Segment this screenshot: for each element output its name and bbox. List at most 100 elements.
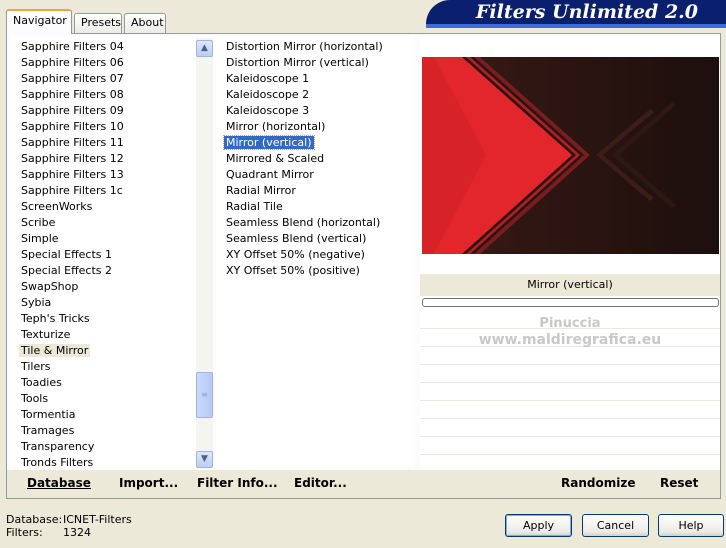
scroll-up-icon[interactable]: ▲ [196, 40, 213, 57]
category-item[interactable]: Special Effects 1 [11, 247, 213, 263]
category-item[interactable]: Special Effects 2 [11, 263, 213, 279]
category-item[interactable]: Sapphire Filters 12 [11, 151, 213, 167]
filter-item[interactable]: Distortion Mirror (vertical) [216, 55, 414, 71]
import-button[interactable]: Import... [119, 476, 178, 490]
category-item[interactable]: Sapphire Filters 10 [11, 119, 213, 135]
category-item[interactable]: Teph's Tricks [11, 311, 213, 327]
category-item[interactable]: Tronds Filters [11, 455, 213, 468]
filter-info-button[interactable]: Filter Info... [197, 476, 278, 490]
category-item[interactable]: Tile & Mirror [11, 343, 213, 359]
watermark-url: www.maldiregrafica.eu [478, 332, 662, 348]
category-item[interactable]: Tormentia [11, 407, 213, 423]
category-item[interactable]: Toadies [11, 375, 213, 391]
category-item[interactable]: Sapphire Filters 09 [11, 103, 213, 119]
category-item[interactable]: Sapphire Filters 07 [11, 71, 213, 87]
category-item[interactable]: Sapphire Filters 06 [11, 55, 213, 71]
category-item[interactable]: SwapShop [11, 279, 213, 295]
category-item[interactable]: Texturize [11, 327, 213, 343]
filter-item-label: Mirrored & Scaled [226, 152, 325, 165]
filter-item[interactable]: XY Offset 50% (negative) [216, 247, 414, 263]
category-list[interactable]: Sapphire Filters 04 Sapphire Filters 06 Sa… [11, 36, 213, 468]
category-item[interactable]: Tools [11, 391, 213, 407]
filter-item[interactable]: Mirrored & Scaled [216, 151, 414, 167]
category-item-label: Tormentia [21, 408, 76, 421]
category-scrollbar[interactable]: ▲ ≡ ▼ [196, 38, 213, 468]
parameter-row[interactable] [420, 420, 720, 437]
filter-item-label: XY Offset 50% (negative) [226, 248, 365, 261]
category-item[interactable]: Scribe [11, 215, 213, 231]
filter-item[interactable]: Seamless Blend (vertical) [216, 231, 414, 247]
category-item-label: Sapphire Filters 10 [21, 120, 124, 133]
help-button[interactable]: Help [658, 514, 724, 537]
tab-about[interactable]: About [124, 13, 166, 33]
category-item-label: Teph's Tricks [21, 312, 90, 325]
category-item-label: Tilers [21, 360, 51, 373]
preview-panel: Mirror (vertical) Pinuccia www.maldiregr… [420, 36, 720, 468]
category-item[interactable]: Sybia [11, 295, 213, 311]
banner-stripe [426, 24, 726, 28]
filter-item-label: Mirror (horizontal) [226, 120, 326, 133]
database-status-value: ICNET-Filters [63, 513, 132, 526]
reset-button[interactable]: Reset [660, 476, 698, 490]
filter-item-label: Radial Mirror [226, 184, 296, 197]
cancel-button[interactable]: Cancel [582, 514, 649, 537]
category-item[interactable]: Tilers [11, 359, 213, 375]
filter-item[interactable]: Kaleidoscope 2 [216, 87, 414, 103]
filter-item[interactable]: XY Offset 50% (positive) [216, 263, 414, 279]
category-item[interactable]: Sapphire Filters 1c [11, 183, 213, 199]
navigator-panel: Sapphire Filters 04 Sapphire Filters 06 Sa… [6, 33, 721, 499]
filter-item-label: Quadrant Mirror [226, 168, 314, 181]
tab-presets[interactable]: Presets [74, 13, 122, 33]
parameter-row[interactable] [420, 384, 720, 401]
database-label: Database [27, 476, 91, 490]
category-item[interactable]: ScreenWorks [11, 199, 213, 215]
filter-item[interactable]: Distortion Mirror (horizontal) [216, 39, 414, 55]
filter-item[interactable]: Mirror (horizontal) [216, 119, 414, 135]
filter-item[interactable]: Seamless Blend (horizontal) [216, 215, 414, 231]
filter-item[interactable]: Quadrant Mirror [216, 167, 414, 183]
filter-item[interactable]: Radial Mirror [216, 183, 414, 199]
scroll-thumb[interactable]: ≡ [196, 372, 213, 418]
category-item-label: Sapphire Filters 04 [21, 40, 124, 53]
category-item-label: Toadies [21, 376, 62, 389]
category-item-label: Sapphire Filters 12 [21, 152, 124, 165]
category-item[interactable]: Sapphire Filters 13 [11, 167, 213, 183]
category-item-label: Tramages [21, 424, 75, 437]
filter-item[interactable]: Kaleidoscope 3 [216, 103, 414, 119]
filter-item[interactable]: Mirror (vertical) [216, 135, 414, 151]
category-item[interactable]: Sapphire Filters 08 [11, 87, 213, 103]
category-item-label: Scribe [21, 216, 56, 229]
category-item-label: SwapShop [21, 280, 79, 293]
parameter-row[interactable] [420, 348, 720, 365]
parameter-row[interactable] [420, 366, 720, 383]
category-item-label: Sapphire Filters 08 [21, 88, 124, 101]
scroll-down-icon[interactable]: ▼ [196, 451, 213, 468]
database-button[interactable]: Database [27, 476, 91, 490]
category-item[interactable]: Transparency [11, 439, 213, 455]
category-item-label: Special Effects 1 [21, 248, 113, 261]
category-item-label: Sapphire Filters 07 [21, 72, 124, 85]
category-item[interactable]: Sapphire Filters 11 [11, 135, 213, 151]
category-item[interactable]: Sapphire Filters 04 [11, 39, 213, 55]
parameter-row[interactable] [420, 438, 720, 455]
filter-item-label: Seamless Blend (vertical) [226, 232, 367, 245]
filter-item[interactable]: Kaleidoscope 1 [216, 71, 414, 87]
editor-button[interactable]: Editor... [294, 476, 347, 490]
category-item[interactable]: Simple [11, 231, 213, 247]
category-item[interactable]: Tramages [11, 423, 213, 439]
category-item-label: Simple [21, 232, 59, 245]
filter-item-label: Kaleidoscope 1 [226, 72, 310, 85]
parameter-row[interactable] [420, 402, 720, 419]
category-item-label: Sapphire Filters 06 [21, 56, 124, 69]
tab-navigator[interactable]: Navigator [6, 9, 72, 34]
watermark: Pinuccia www.maldiregrafica.eu [420, 316, 720, 348]
filter-list[interactable]: Distortion Mirror (horizontal) Distortion… [216, 36, 414, 468]
category-item-label: Transparency [21, 440, 95, 453]
filter-item-label: Radial Tile [226, 200, 283, 213]
category-item-label: Sapphire Filters 1c [21, 184, 123, 197]
category-item-label: Tools [21, 392, 49, 405]
apply-button[interactable]: Apply [505, 514, 572, 537]
status-area: Database: ICNET-Filters Filters: 1324 [6, 513, 132, 539]
randomize-button[interactable]: Randomize [561, 476, 635, 490]
filter-item[interactable]: Radial Tile [216, 199, 414, 215]
